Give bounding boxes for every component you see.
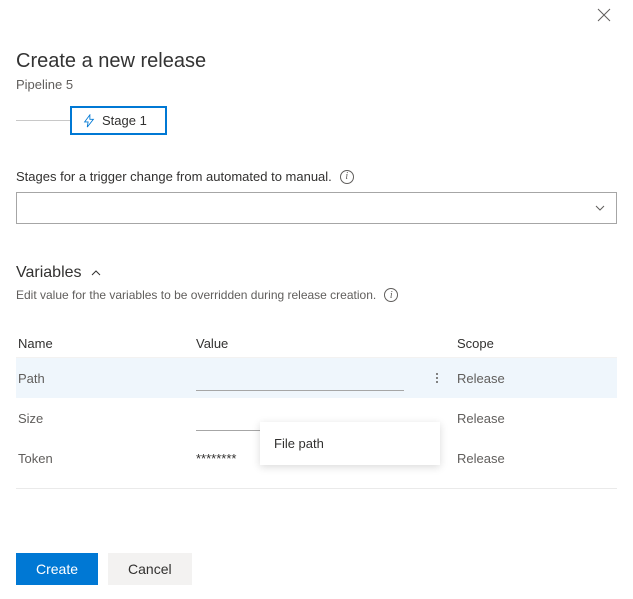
tooltip-popover: File path [260,422,440,465]
chevron-up-icon [90,267,102,279]
var-scope: Release [457,451,617,466]
variables-title: Variables [16,264,82,282]
var-scope: Release [457,411,617,426]
info-icon[interactable]: i [340,170,354,184]
trigger-section-label: Stages for a trigger change from automat… [16,169,332,184]
pipeline-name: Pipeline 5 [16,77,617,92]
stage-connector [16,120,70,121]
table-divider [16,488,617,489]
col-header-name: Name [16,336,196,351]
create-button[interactable]: Create [16,553,98,585]
col-header-actions [427,336,457,351]
var-name: Size [16,411,196,426]
page-title: Create a new release [16,50,617,73]
variables-caption-row: Edit value for the variables to be overr… [16,288,617,302]
table-row[interactable]: Path Release [16,358,617,398]
var-name: Token [16,451,196,466]
lightning-icon [82,114,96,128]
info-icon[interactable]: i [384,288,398,302]
close-icon [597,8,611,22]
var-value-input[interactable] [196,365,404,391]
close-button[interactable] [597,8,611,25]
col-header-scope: Scope [457,336,617,351]
var-name: Path [16,371,196,386]
stage-label: Stage 1 [102,113,147,128]
row-more-button[interactable] [427,368,447,388]
variables-table: Name Value Scope Path Release Size Relea… [16,330,617,489]
stage-chip[interactable]: Stage 1 [70,106,167,135]
tooltip-text: File path [274,436,324,451]
dialog-footer: Create Cancel [0,539,633,599]
stage-visual: Stage 1 [16,106,617,135]
trigger-stages-dropdown[interactable] [16,192,617,224]
variables-caption: Edit value for the variables to be overr… [16,288,376,302]
trigger-section-label-row: Stages for a trigger change from automat… [16,169,617,184]
var-scope: Release [457,371,617,386]
chevron-down-icon [594,202,606,214]
cancel-button[interactable]: Cancel [108,553,192,585]
variables-section-toggle[interactable]: Variables [16,264,617,282]
table-header: Name Value Scope [16,330,617,358]
col-header-value: Value [196,336,427,351]
